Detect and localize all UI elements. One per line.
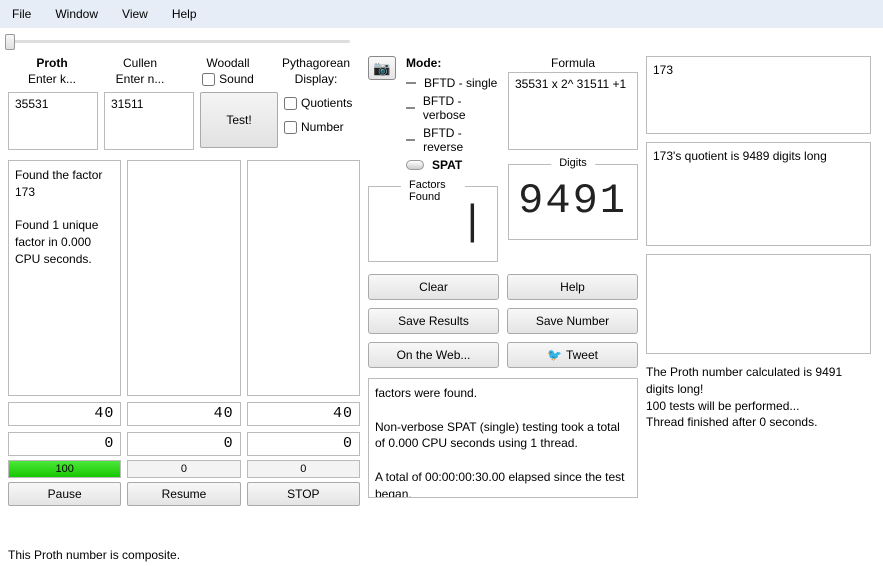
digits-frame: Digits 9491 — [508, 164, 638, 240]
lcd-3: 40 — [247, 402, 360, 426]
tick-icon — [406, 107, 415, 109]
save-number-button[interactable]: Save Number — [507, 308, 638, 334]
zero-3: 0 — [247, 432, 360, 456]
n-input[interactable]: 31511 — [104, 92, 194, 150]
digits-label: Digits — [551, 157, 595, 169]
formula-box: 35531 x 2^ 31511 +1 — [508, 72, 638, 150]
menu-view[interactable]: View — [110, 3, 160, 25]
factors-found-label: Factors Found — [401, 179, 465, 203]
test-button[interactable]: Test! — [200, 92, 278, 148]
quotients-label: Quotients — [301, 96, 352, 110]
sound-label: Sound — [219, 72, 254, 86]
mode-bftd-single[interactable]: BFTD - single — [424, 76, 497, 90]
col-woodall: Woodall — [184, 56, 272, 70]
log-box-1: Found the factor 173 Found 1 unique fact… — [8, 160, 121, 396]
k-input[interactable]: 35531 — [8, 92, 98, 150]
mode-bftd-verbose[interactable]: BFTD - verbose — [423, 94, 498, 122]
help-button[interactable]: Help — [507, 274, 638, 300]
tick-icon — [406, 139, 415, 141]
col-pyth: Pythagorean — [272, 56, 360, 70]
quotient-box: 173's quotient is 9489 digits long — [646, 142, 871, 246]
factors-found-frame: Factors Found | — [368, 186, 498, 262]
right-top-box: 173 — [646, 56, 871, 134]
number-label: Number — [301, 120, 344, 134]
lcd-2: 40 — [127, 402, 240, 426]
formula-label: Formula — [508, 56, 638, 70]
digits-display: 9491 — [515, 177, 631, 233]
main-log[interactable]: factors were found. Non-verbose SPAT (si… — [368, 378, 638, 498]
top-slider[interactable] — [0, 28, 883, 56]
twitter-icon: 🐦 — [547, 348, 562, 362]
lcd-1: 40 — [8, 402, 121, 426]
label-display: Display: — [272, 72, 360, 86]
col-proth: Proth — [8, 56, 96, 70]
slider-thumb[interactable] — [5, 34, 15, 50]
mode-bftd-reverse[interactable]: BFTD - reverse — [423, 126, 498, 154]
menu-file[interactable]: File — [0, 3, 43, 25]
factors-found-display: | — [375, 199, 491, 255]
pause-button[interactable]: Pause — [8, 482, 121, 506]
resume-button[interactable]: Resume — [127, 482, 240, 506]
status-bar: This Proth number is composite. — [0, 544, 883, 566]
tick-icon — [406, 82, 416, 84]
camera-icon[interactable]: 📷 — [368, 56, 396, 80]
quotients-checkbox[interactable] — [284, 97, 297, 110]
progress-2: 0 — [127, 460, 240, 478]
menu-window[interactable]: Window — [43, 3, 110, 25]
mode-label: Mode: — [406, 56, 498, 70]
zero-2: 0 — [127, 432, 240, 456]
sound-checkbox[interactable] — [202, 73, 215, 86]
number-checkbox[interactable] — [284, 121, 297, 134]
label-enter-k: Enter k... — [8, 72, 96, 86]
mode-spat[interactable]: SPAT — [432, 158, 462, 172]
tweet-label: Tweet — [566, 348, 598, 362]
menu-bar: File Window View Help — [0, 0, 883, 28]
clear-button[interactable]: Clear — [368, 274, 499, 300]
on-web-button[interactable]: On the Web... — [368, 342, 499, 368]
summary-text: The Proth number calculated is 9491 digi… — [646, 364, 871, 431]
right-blank-box — [646, 254, 871, 354]
zero-1: 0 — [8, 432, 121, 456]
progress-1: 100 — [8, 460, 121, 478]
progress-3: 0 — [247, 460, 360, 478]
col-cullen: Cullen — [96, 56, 184, 70]
spat-knob-icon[interactable] — [406, 160, 424, 170]
label-enter-n: Enter n... — [96, 72, 184, 86]
save-results-button[interactable]: Save Results — [368, 308, 499, 334]
tweet-button[interactable]: 🐦 Tweet — [507, 342, 638, 368]
menu-help[interactable]: Help — [160, 3, 209, 25]
stop-button[interactable]: STOP — [247, 482, 360, 506]
log-box-3 — [247, 160, 360, 396]
log-box-2 — [127, 160, 240, 396]
